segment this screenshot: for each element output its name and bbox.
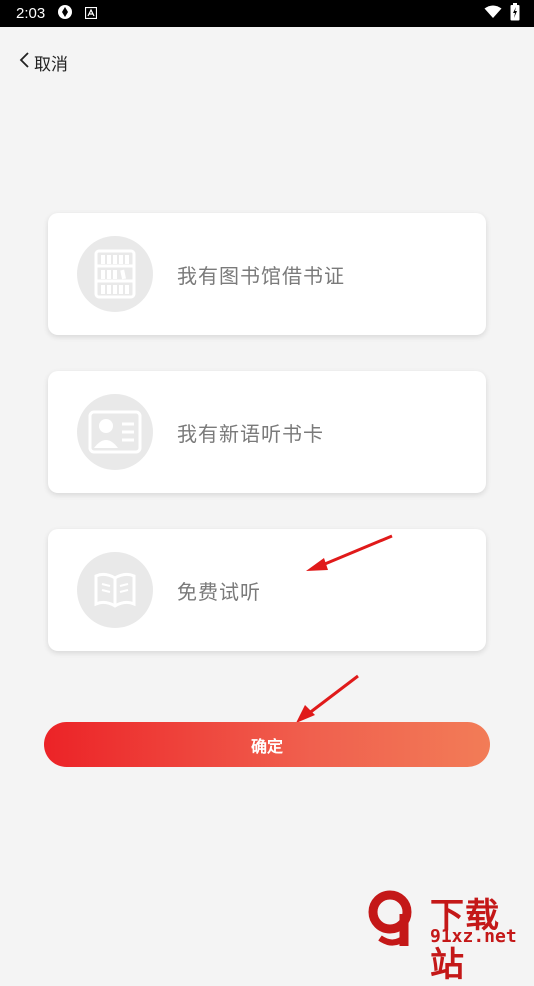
watermark-logo-icon <box>368 890 412 946</box>
open-book-icon <box>77 552 153 628</box>
option-card-library-card[interactable]: 我有图书馆借书证 <box>48 213 486 335</box>
library-card-icon <box>77 236 153 312</box>
app-notification-icon <box>57 4 73 24</box>
status-time: 2:03 <box>16 5 46 22</box>
option-label: 我有图书馆借书证 <box>177 263 345 288</box>
font-notification-icon <box>85 4 98 23</box>
cancel-label: 取消 <box>34 54 68 75</box>
option-card-free-trial[interactable]: 免费试听 <box>48 529 486 651</box>
option-label: 免费试听 <box>177 579 261 604</box>
confirm-button[interactable]: 确定 <box>44 722 490 767</box>
watermark: 下载站 91xz.net <box>368 888 534 985</box>
chevron-left-icon <box>18 51 30 73</box>
battery-icon <box>510 2 520 25</box>
option-card-listening-card[interactable]: 我有新语听书卡 <box>48 371 486 493</box>
wifi-icon <box>484 4 502 23</box>
watermark-url: 91xz.net <box>430 926 517 947</box>
confirm-label: 确定 <box>250 736 283 756</box>
status-bar: 2:03 <box>0 0 534 27</box>
option-label: 我有新语听书卡 <box>177 421 324 446</box>
id-card-icon <box>77 394 153 470</box>
annotation-arrow <box>296 674 359 723</box>
cancel-back-button[interactable]: 取消 <box>18 48 68 76</box>
